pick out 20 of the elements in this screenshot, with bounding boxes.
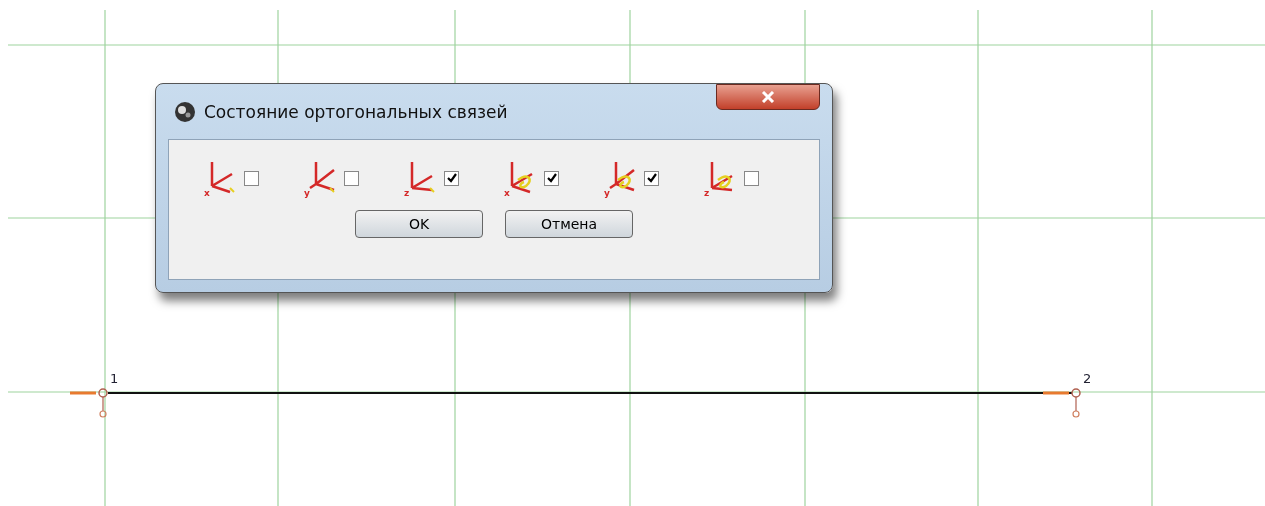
axis-label: z — [404, 188, 410, 198]
checkbox[interactable] — [244, 170, 259, 186]
checkbox[interactable] — [544, 170, 559, 186]
window-title: Состояние ортогональных связей — [204, 101, 509, 122]
axis-label: x — [204, 188, 210, 198]
node-number: 1 — [110, 372, 119, 386]
node-number: 2 — [1083, 372, 1092, 386]
checkbox[interactable] — [644, 170, 659, 186]
close-icon — [760, 91, 776, 103]
axis-label: y — [604, 188, 610, 198]
close-button[interactable] — [716, 84, 820, 110]
dialog-button[interactable]: OK — [355, 210, 483, 238]
axis-label: x — [504, 188, 510, 198]
axis-label: z — [704, 188, 710, 198]
checkbox[interactable] — [744, 170, 759, 186]
app-icon — [174, 100, 196, 123]
dialog-button[interactable]: Отмена — [505, 210, 633, 238]
axis-label: y — [304, 188, 310, 198]
checkbox[interactable] — [344, 170, 359, 186]
checkbox[interactable] — [444, 170, 459, 186]
